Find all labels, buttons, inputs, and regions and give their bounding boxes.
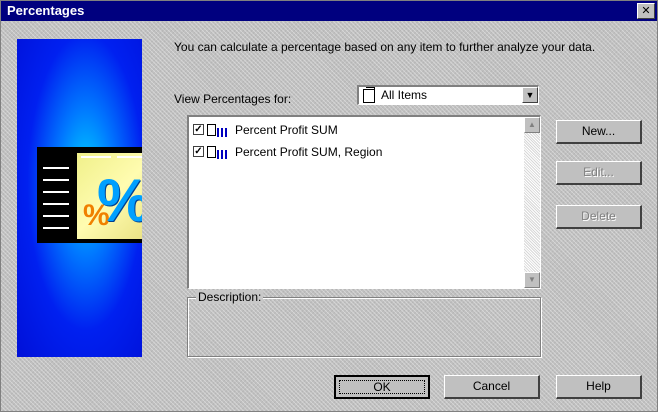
combo-selected-value: All Items [381,88,428,102]
percentage-item-icon [207,146,229,159]
list-item-label: Percent Profit SUM [235,123,338,137]
list-item-label: Percent Profit SUM, Region [235,145,383,159]
view-percentages-label: View Percentages for: [174,92,292,106]
description-group: Description: [187,290,541,357]
dropdown-arrow-icon[interactable]: ▼ [522,87,538,103]
delete-button[interactable]: Delete [556,205,642,229]
text-lines-graphic [43,167,71,237]
percentages-dialog: Percentages ✕ % % You can calculate a pe… [0,0,658,412]
title-bar[interactable]: Percentages ✕ [1,1,657,21]
scroll-up-icon[interactable]: ▲ [524,117,540,133]
percentages-list[interactable]: ✓ Percent Profit SUM ✓ Percent Profit SU… [187,115,541,289]
list-scrollbar[interactable]: ▲ ▼ [524,117,540,288]
view-percentages-combo[interactable]: All Items ▼ [357,85,539,105]
edit-button[interactable]: Edit... [556,161,642,185]
ok-button[interactable]: OK [334,375,430,399]
percentage-item-icon [207,124,229,137]
list-item-checkbox[interactable]: ✓ [193,146,204,157]
help-button[interactable]: Help [556,375,642,399]
scroll-down-icon[interactable]: ▼ [524,272,540,288]
percentage-illustration: % % [17,39,142,357]
document-graphic: % % [37,147,142,243]
description-label: Description: [196,290,264,304]
close-button[interactable]: ✕ [637,3,655,19]
cancel-button[interactable]: Cancel [444,375,540,399]
dialog-title: Percentages [7,3,85,18]
new-button[interactable]: New... [556,120,642,144]
intro-text: You can calculate a percentage based on … [174,40,596,54]
document-icon [363,87,375,103]
list-item-checkbox[interactable]: ✓ [193,124,204,135]
close-icon: ✕ [641,4,651,17]
big-percent-symbol: % [97,171,142,231]
